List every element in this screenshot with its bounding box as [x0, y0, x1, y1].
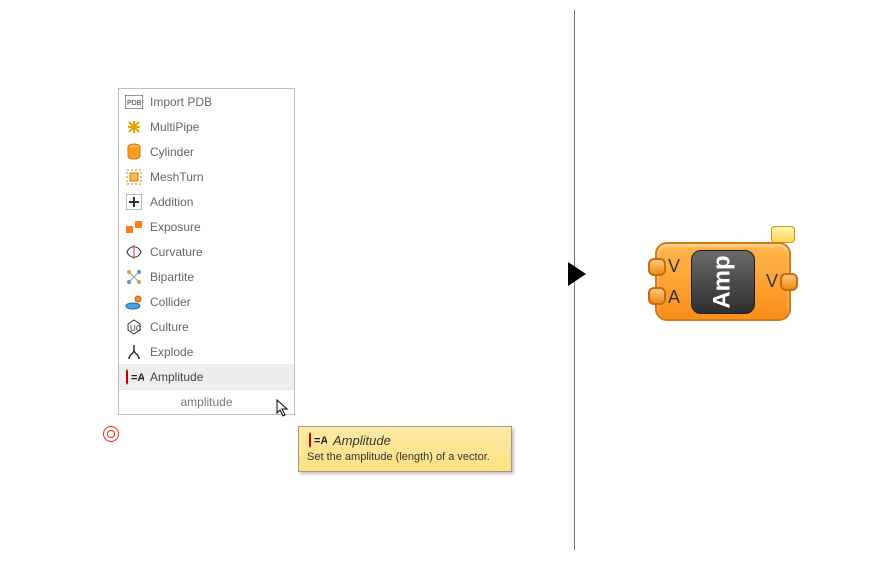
menu-item-culture[interactable]: UC Culture — [119, 314, 294, 339]
port-label: V — [766, 272, 778, 290]
culture-icon: UC — [124, 317, 144, 337]
meshturn-icon — [124, 167, 144, 187]
svg-text:UC: UC — [130, 324, 142, 333]
menu-item-import-pdb[interactable]: PDB Import PDB — [119, 89, 294, 114]
arrow-right-icon — [568, 262, 586, 286]
svg-text:=A: =A — [131, 372, 144, 384]
menu-item-label: Bipartite — [150, 270, 194, 284]
tooltip-title: Amplitude — [333, 433, 391, 448]
menu-item-label: Exposure — [150, 220, 201, 234]
tooltip-description: Set the amplitude (length) of a vector. — [307, 451, 503, 463]
menu-item-amplitude[interactable]: =A Amplitude — [119, 364, 294, 389]
output-port-v[interactable] — [780, 273, 798, 291]
menu-item-label: Collider — [150, 295, 191, 309]
input-port-a[interactable] — [648, 287, 666, 305]
amplitude-icon: =A — [124, 367, 144, 387]
menu-item-meshturn[interactable]: MeshTurn — [119, 164, 294, 189]
menu-item-label: Curvature — [150, 245, 203, 259]
port-label: A — [668, 288, 680, 306]
input-port-v[interactable] — [648, 258, 666, 276]
menu-item-label: Import PDB — [150, 95, 212, 109]
menu-item-label: Addition — [150, 195, 193, 209]
amplitude-component[interactable]: V A V Amp — [655, 242, 791, 321]
menu-item-addition[interactable]: Addition — [119, 189, 294, 214]
component-search-menu[interactable]: PDB Import PDB MultiPipe Cylinder MeshTu… — [118, 88, 295, 415]
bipartite-icon — [124, 267, 144, 287]
svg-text:PDB: PDB — [127, 100, 142, 107]
balloon-icon[interactable] — [771, 226, 795, 243]
component-body[interactable]: V A V Amp — [655, 242, 791, 321]
menu-item-label: MeshTurn — [150, 170, 204, 184]
menu-item-multipipe[interactable]: MultiPipe — [119, 114, 294, 139]
menu-item-label: Cylinder — [150, 145, 194, 159]
pdb-icon: PDB — [124, 92, 144, 112]
component-capsule[interactable]: Amp — [691, 250, 755, 314]
menu-item-label: MultiPipe — [150, 120, 199, 134]
cylinder-icon — [124, 142, 144, 162]
menu-item-label: Explode — [150, 345, 193, 359]
svg-text:=A: =A — [314, 435, 327, 447]
exposure-icon — [124, 217, 144, 237]
plus-icon — [124, 192, 144, 212]
menu-item-label: Amplitude — [150, 370, 203, 384]
menu-item-collider[interactable]: Collider — [119, 289, 294, 314]
tooltip: =A Amplitude Set the amplitude (length) … — [298, 426, 512, 472]
multipipe-icon — [124, 117, 144, 137]
menu-item-bipartite[interactable]: Bipartite — [119, 264, 294, 289]
menu-item-explode[interactable]: Explode — [119, 339, 294, 364]
menu-item-cylinder[interactable]: Cylinder — [119, 139, 294, 164]
search-input[interactable]: amplitude — [119, 389, 294, 414]
search-text: amplitude — [180, 395, 232, 409]
menu-item-exposure[interactable]: Exposure — [119, 214, 294, 239]
collider-icon — [124, 292, 144, 312]
menu-item-label: Culture — [150, 320, 189, 334]
curvature-icon — [124, 242, 144, 262]
port-label: V — [668, 257, 680, 275]
menu-item-curvature[interactable]: Curvature — [119, 239, 294, 264]
amplitude-icon: =A — [307, 432, 327, 448]
component-name: Amp — [709, 255, 737, 308]
explode-icon — [124, 342, 144, 362]
target-icon — [103, 426, 119, 442]
